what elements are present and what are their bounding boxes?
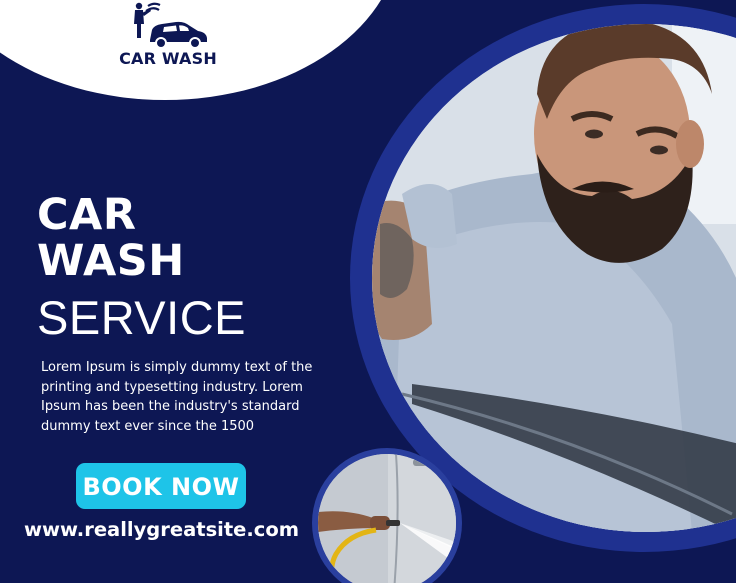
small-photo [318,454,456,583]
headline-car: CAR [37,190,137,240]
headline-wash: WASH [37,236,185,286]
car-wash-icon [134,2,207,49]
logo-text: CAR WASH [119,49,217,68]
description-text: Lorem Ipsum is simply dummy text of the … [41,360,313,434]
hose-spraying-car-photo [318,454,456,583]
book-now-button[interactable]: BOOK NOW [76,463,246,509]
car-wash-poster: CAR WASH CAR WASH SERVICE Lorem Ipsum is… [0,0,736,583]
logo[interactable]: CAR WASH [108,0,228,72]
headline-service: SERVICE [37,291,246,344]
website-link[interactable]: www.reallygreatsite.com [24,517,299,543]
